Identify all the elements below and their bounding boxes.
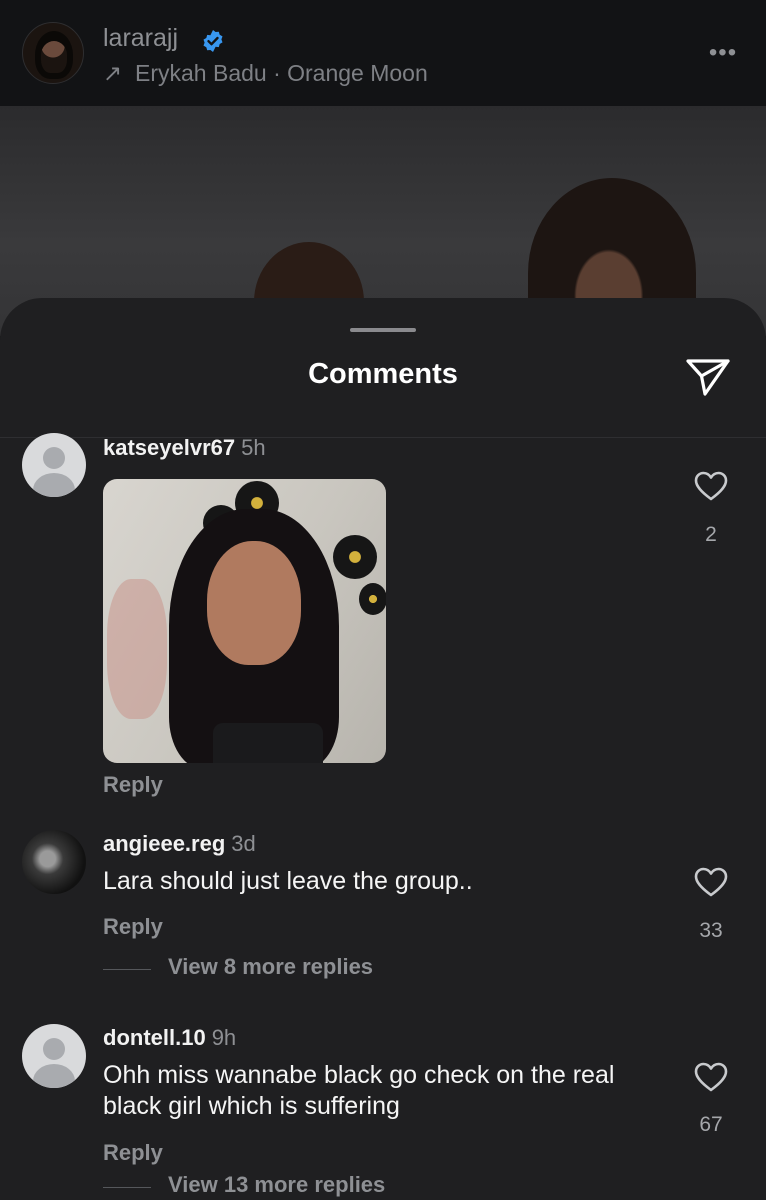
comment-time: 9h xyxy=(211,1025,237,1050)
reply-button[interactable]: Reply xyxy=(103,1140,163,1166)
commenter-avatar[interactable] xyxy=(22,1024,86,1088)
comment-text: Lara should just leave the group.. xyxy=(103,867,473,895)
comment-time: 3d xyxy=(231,831,256,856)
profile-avatar[interactable] xyxy=(22,22,84,84)
paper-plane-icon[interactable] xyxy=(684,355,732,399)
comment-gif[interactable] xyxy=(103,479,386,763)
like-count: 33 xyxy=(699,919,723,942)
reply-button[interactable]: Reply xyxy=(103,772,163,798)
heart-icon[interactable] xyxy=(694,470,728,502)
music-label: Erykah Badu · Orange Moon xyxy=(135,60,428,86)
comment-username[interactable]: dontell.10 9h xyxy=(103,1025,236,1051)
comments-title: Comments xyxy=(308,358,458,390)
comment-username[interactable]: katseyelvr67 5h xyxy=(103,435,266,461)
like-count: 2 xyxy=(705,523,717,546)
heart-icon[interactable] xyxy=(694,1061,728,1093)
more-options-icon[interactable]: ••• xyxy=(706,36,740,70)
arrow-up-right-icon: ↗ xyxy=(103,60,123,86)
commenter-avatar[interactable] xyxy=(22,830,86,894)
like-count: 67 xyxy=(699,1113,723,1136)
comment-username[interactable]: angieee.reg 3d xyxy=(103,831,256,857)
post-header: lararajj ↗ Erykah Badu · Orange Moon ••• xyxy=(0,0,766,106)
commenter-avatar[interactable] xyxy=(22,433,86,497)
post-username[interactable]: lararajj xyxy=(103,24,178,53)
drag-handle[interactable] xyxy=(350,328,416,332)
verified-badge-icon xyxy=(203,30,223,52)
heart-icon[interactable] xyxy=(694,866,728,898)
comment-text: Ohh miss wannabe black go check on the r… xyxy=(103,1061,615,1120)
comments-sheet: Comments katseyelvr67 5h Reply 2 angieee… xyxy=(0,298,766,1200)
comment-time: 5h xyxy=(241,435,266,460)
reply-button[interactable]: Reply xyxy=(103,914,163,940)
instagram-post-screen: lararajj ↗ Erykah Badu · Orange Moon ••• … xyxy=(0,0,766,1200)
music-attribution[interactable]: ↗ Erykah Badu · Orange Moon xyxy=(103,60,428,87)
